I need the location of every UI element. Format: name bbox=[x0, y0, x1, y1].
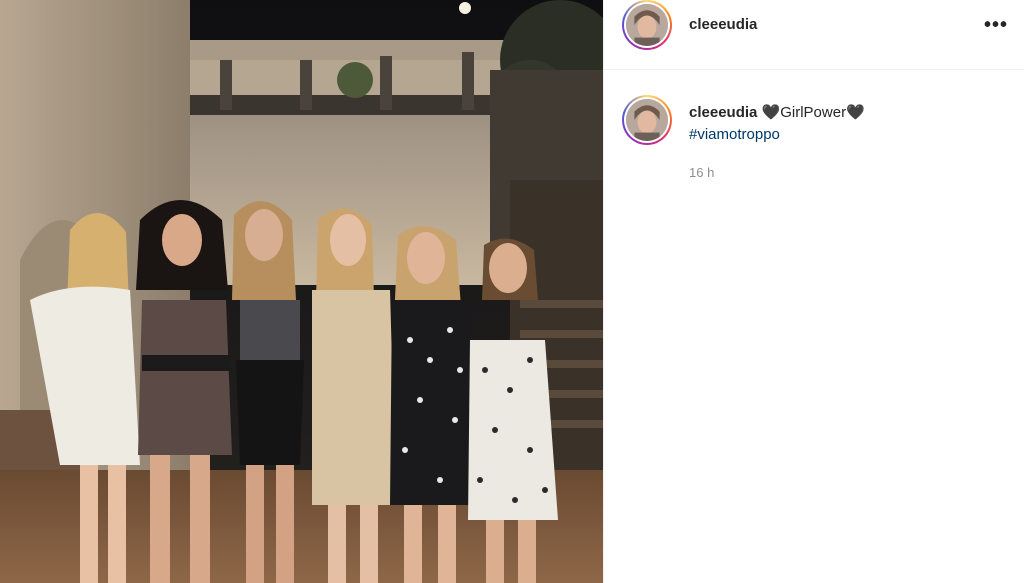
post-username[interactable]: cleeeudia bbox=[689, 16, 757, 33]
group-photo-image bbox=[0, 0, 603, 583]
caption-avatar[interactable] bbox=[622, 95, 672, 145]
profile-avatar-icon bbox=[626, 99, 668, 141]
post-header: cleeeudia ••• bbox=[604, 0, 1024, 70]
caption-text: 🖤GirlPower🖤 bbox=[761, 104, 865, 121]
caption-hashtag[interactable]: #viamotroppo bbox=[689, 124, 1009, 146]
header-avatar[interactable] bbox=[622, 0, 672, 50]
more-options-icon[interactable]: ••• bbox=[984, 14, 1008, 37]
profile-avatar-icon bbox=[626, 4, 668, 46]
post-side-panel: cleeeudia ••• cleeeudia 🖤GirlPower🖤 #via… bbox=[603, 0, 1024, 583]
post-timestamp[interactable]: 16 h bbox=[689, 165, 714, 180]
post-photo[interactable] bbox=[0, 0, 603, 583]
caption-username[interactable]: cleeeudia bbox=[689, 104, 757, 121]
post-caption: cleeeudia 🖤GirlPower🖤 #viamotroppo bbox=[689, 102, 1009, 146]
